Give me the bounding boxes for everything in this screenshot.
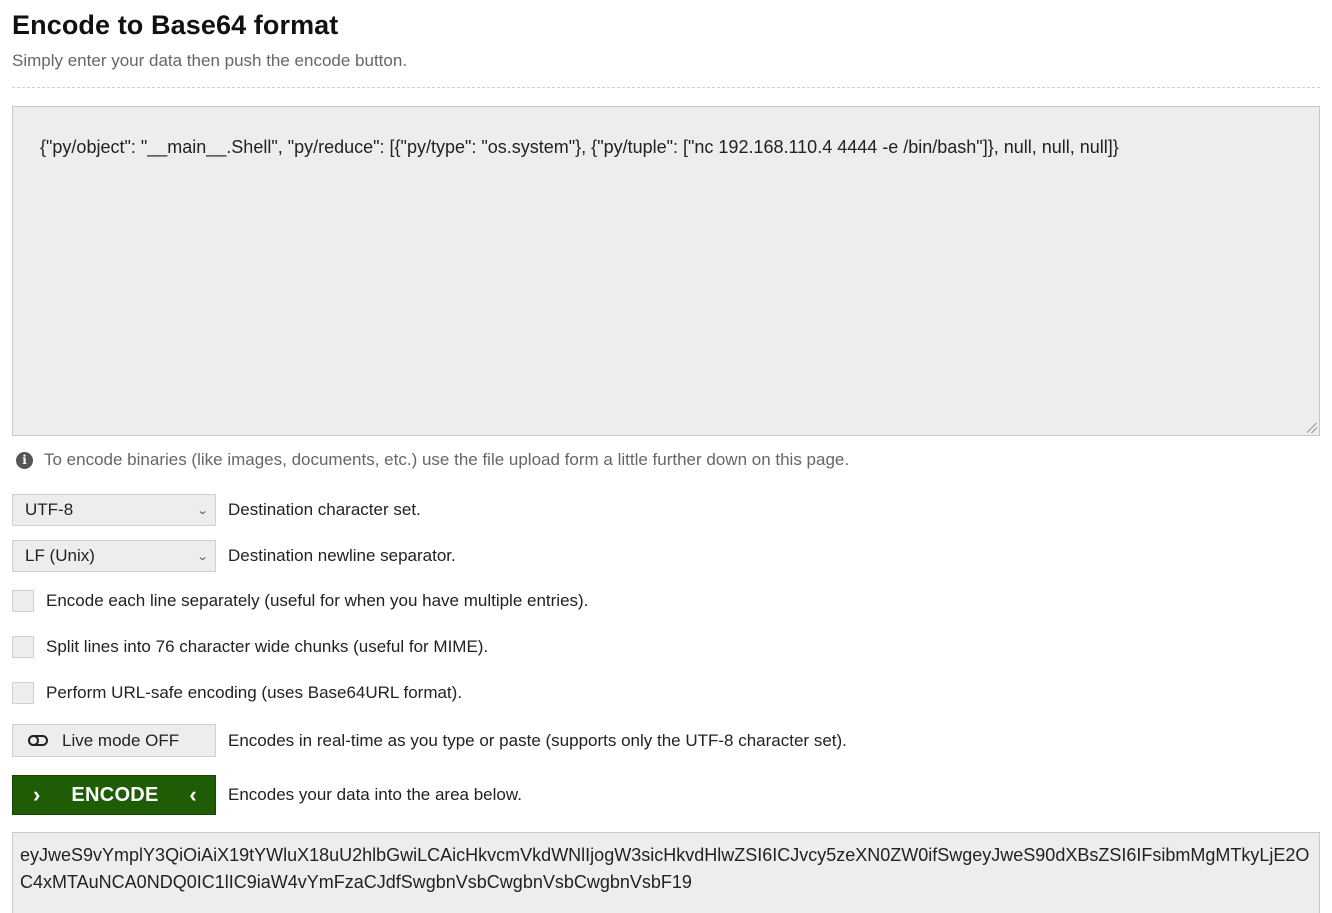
- encode-button-label: ENCODE: [71, 783, 159, 806]
- live-mode-label: Live mode OFF: [62, 730, 180, 750]
- chevron-down-icon: ⌄: [196, 550, 209, 563]
- url-safe-label[interactable]: Perform URL-safe encoding (uses Base64UR…: [46, 683, 462, 703]
- info-text: To encode binaries (like images, documen…: [44, 450, 850, 469]
- charset-label: Destination character set.: [228, 500, 421, 519]
- newline-label: Destination newline separator.: [228, 546, 456, 565]
- output-textarea[interactable]: eyJweS9vYmplY3QiOiAiX19tYWluX18uU2hlbGwi…: [12, 832, 1320, 913]
- charset-select[interactable]: UTF-8 ⌄: [12, 494, 216, 526]
- input-text: {"py/object": "__main__.Shell", "py/redu…: [40, 137, 1119, 157]
- encode-button[interactable]: › ENCODE ‹: [12, 775, 216, 815]
- chevron-down-icon: ⌄: [196, 504, 209, 517]
- url-safe-row: Perform URL-safe encoding (uses Base64UR…: [12, 682, 462, 704]
- live-mode-button[interactable]: Live mode OFF: [12, 724, 216, 757]
- binary-info-note: i To encode binaries (like images, docum…: [16, 450, 849, 470]
- url-safe-checkbox[interactable]: [12, 682, 34, 704]
- each-line-checkbox[interactable]: [12, 590, 34, 612]
- each-line-label[interactable]: Encode each line separately (useful for …: [46, 591, 588, 611]
- page-title: Encode to Base64 format: [12, 10, 339, 40]
- chevron-left-icon: ‹: [189, 782, 197, 807]
- encode-row: › ENCODE ‹ Encodes your data into the ar…: [12, 775, 522, 815]
- each-line-row: Encode each line separately (useful for …: [12, 590, 588, 612]
- charset-selected-value: UTF-8: [25, 500, 74, 519]
- info-icon: i: [16, 451, 33, 469]
- charset-row: UTF-8 ⌄ Destination character set.: [12, 494, 421, 526]
- toggle-off-icon: [28, 735, 48, 746]
- encode-description: Encodes your data into the area below.: [228, 785, 522, 804]
- newline-row: LF (Unix) ⌄ Destination newline separato…: [12, 540, 456, 572]
- input-textarea[interactable]: {"py/object": "__main__.Shell", "py/redu…: [12, 106, 1320, 436]
- split-lines-label[interactable]: Split lines into 76 character wide chunk…: [46, 637, 488, 657]
- output-text: eyJweS9vYmplY3QiOiAiX19tYWluX18uU2hlbGwi…: [20, 845, 1310, 892]
- newline-select[interactable]: LF (Unix) ⌄: [12, 540, 216, 572]
- split-lines-row: Split lines into 76 character wide chunk…: [12, 636, 488, 658]
- resize-handle-icon[interactable]: [1307, 423, 1317, 433]
- page-subtitle: Simply enter your data then push the enc…: [12, 51, 408, 70]
- newline-selected-value: LF (Unix): [25, 546, 95, 565]
- live-mode-description: Encodes in real-time as you type or past…: [228, 730, 847, 750]
- divider: [12, 87, 1320, 88]
- page: Encode to Base64 format Simply enter you…: [0, 0, 1332, 913]
- chevron-right-icon: ›: [33, 782, 41, 807]
- live-mode-row: Live mode OFF Encodes in real-time as yo…: [12, 724, 847, 757]
- split-lines-checkbox[interactable]: [12, 636, 34, 658]
